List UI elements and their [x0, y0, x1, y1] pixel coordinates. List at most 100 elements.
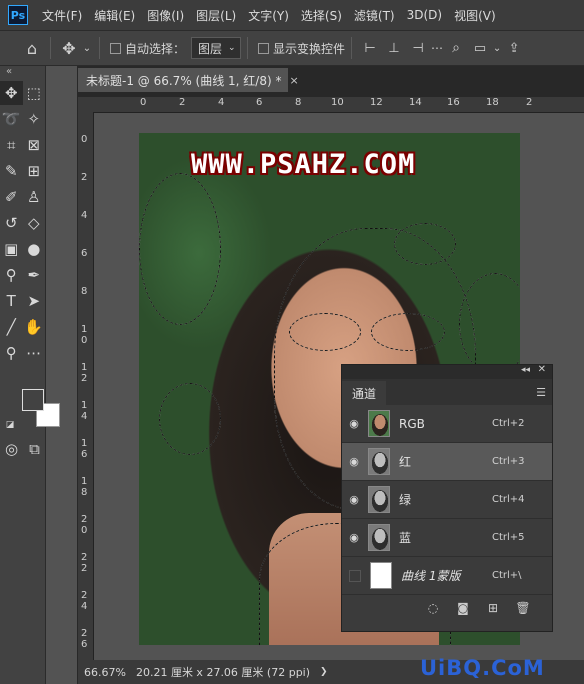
menu-select[interactable]: 选择(S) [295, 7, 348, 24]
save-selection-icon[interactable]: ◙ [456, 601, 470, 615]
ruler-label: 0 [81, 134, 88, 145]
ruler-label: 4 [218, 97, 225, 108]
gradient-tool-icon[interactable]: ▣ [0, 237, 23, 261]
eyedropper-tool-icon[interactable]: ✎ [0, 159, 23, 183]
move-icon[interactable]: ✥ [57, 36, 81, 60]
auto-select-checkbox[interactable] [110, 42, 121, 54]
crop-tool-icon[interactable]: ⌗ [0, 133, 23, 157]
menu-view[interactable]: 视图(V) [448, 7, 502, 24]
channel-shortcut: Ctrl+4 [492, 494, 525, 505]
align-center-icon[interactable]: ⊥ [382, 36, 406, 60]
layer-dropdown[interactable]: 图层 ⌄ [191, 37, 242, 59]
vertical-ruler: 0 2 4 6 8 1 0 1 2 1 4 1 6 1 8 2 0 2 2 2 … [78, 112, 94, 660]
more-icon[interactable]: ⋯ [430, 36, 444, 60]
blur-tool-icon[interactable]: ● [23, 237, 46, 261]
eye-icon[interactable]: ◉ [342, 455, 366, 468]
menu-image[interactable]: 图像(I) [141, 7, 190, 24]
eye-icon[interactable]: ◉ [342, 417, 366, 430]
zoom-tool-icon[interactable]: ⚲ [0, 341, 23, 365]
layer-dropdown-value: 图层 [198, 41, 223, 56]
tab-channels[interactable]: 通道 [342, 381, 387, 405]
ruler-label: 2 [526, 97, 533, 108]
menu-edit[interactable]: 编辑(E) [88, 7, 141, 24]
align-left-icon[interactable]: ⊢ [358, 36, 382, 60]
eraser-tool-icon[interactable]: ◇ [23, 211, 46, 235]
channel-thumbnail [368, 448, 390, 475]
document-tab[interactable]: 未标题-1 @ 66.7% (曲线 1, 红/8) * × [78, 68, 299, 92]
ruler-label: 1 6 [81, 438, 88, 460]
options-bar: ⌂ ✥ ⌄ 自动选择： 图层 ⌄ 显示变换控件 ⊢ ⊥ ⊣ ⋯ ⌕ ▭ ⌄ ⇪ [0, 30, 584, 66]
new-channel-icon[interactable]: ⊞ [486, 601, 500, 615]
align-right-icon[interactable]: ⊣ [406, 36, 430, 60]
channel-row-mask[interactable]: 曲线 1蒙版 Ctrl+\ [342, 557, 552, 595]
panel-menu-icon[interactable]: ☰ [536, 386, 546, 399]
trash-icon[interactable]: 🗑 [515, 601, 530, 615]
close-panel-icon[interactable]: ✕ [538, 364, 546, 375]
dodge-tool-icon[interactable]: ⚲ [0, 263, 23, 287]
selection-outline [159, 383, 221, 455]
path-select-tool-icon[interactable]: ➤ [23, 289, 46, 313]
stamp-tool-icon[interactable]: ♙ [23, 185, 46, 209]
quick-mask-icon[interactable]: ◎ [0, 437, 23, 461]
channel-name: 红 [399, 455, 412, 469]
load-selection-icon[interactable]: ◌ [426, 601, 440, 615]
chevron-down-icon[interactable]: ⌄ [492, 36, 502, 60]
channel-name: 绿 [399, 493, 412, 507]
pen-tool-icon[interactable]: ✒ [23, 263, 46, 287]
hand-tool-icon[interactable]: ✋ [23, 315, 46, 339]
chevron-down-icon[interactable]: ⌄ [81, 36, 93, 60]
line-tool-icon[interactable]: ╱ [0, 315, 23, 339]
lasso-tool-icon[interactable]: ➰ [0, 107, 23, 131]
more-tools-icon[interactable]: ⋯ [23, 341, 46, 365]
channel-thumbnail [370, 562, 392, 589]
foreground-color-swatch[interactable] [22, 389, 44, 411]
show-transform-checkbox[interactable] [258, 42, 270, 54]
menu-type[interactable]: 文字(Y) [242, 7, 295, 24]
screen-mode-icon[interactable]: ⧉ [23, 437, 46, 461]
ruler-label: 16 [447, 97, 460, 108]
default-colors-icon[interactable]: ◪ [3, 420, 17, 430]
brush-tool-icon[interactable]: ✐ [0, 185, 23, 209]
channel-shortcut: Ctrl+5 [492, 532, 525, 543]
channel-thumbnail [368, 524, 390, 551]
history-brush-tool-icon[interactable]: ↺ [0, 211, 23, 235]
search-icon[interactable]: ⌕ [444, 36, 468, 60]
channel-shortcut: Ctrl+2 [492, 418, 525, 429]
menu-3d[interactable]: 3D(D) [401, 8, 448, 22]
zoom-level[interactable]: 66.67% [84, 666, 126, 679]
move-tool-icon[interactable]: ✥ [0, 81, 23, 105]
visibility-toggle[interactable] [349, 569, 361, 582]
share-icon[interactable]: ⇪ [502, 36, 526, 60]
type-tool-icon[interactable]: T [0, 289, 23, 313]
divider [247, 37, 249, 59]
ruler-label: 2 2 [81, 552, 88, 574]
ruler-label: 8 [295, 97, 302, 108]
eye-icon[interactable]: ◉ [342, 531, 366, 544]
channel-row-blue[interactable]: ◉ 蓝 Ctrl+5 [342, 519, 552, 557]
selection-outline [371, 313, 445, 351]
magic-wand-tool-icon[interactable]: ✧ [23, 107, 46, 131]
workspace-icon[interactable]: ▭ [468, 36, 492, 60]
collapse-icon[interactable]: « [0, 66, 45, 80]
eye-icon[interactable]: ◉ [342, 493, 366, 506]
menu-file[interactable]: 文件(F) [36, 7, 88, 24]
menu-filter[interactable]: 滤镜(T) [348, 7, 401, 24]
healing-tool-icon[interactable]: ⊞ [23, 159, 46, 183]
chevron-down-icon: ⌄ [228, 43, 236, 53]
menu-layer[interactable]: 图层(L) [190, 7, 242, 24]
channel-row-rgb[interactable]: ◉ RGB Ctrl+2 [342, 405, 552, 443]
collapse-panel-icon[interactable]: ◂◂ [521, 365, 530, 375]
close-icon[interactable]: × [289, 74, 298, 87]
marquee-tool-icon[interactable]: ⬚ [23, 81, 46, 105]
channel-row-red[interactable]: ◉ 红 Ctrl+3 [342, 443, 552, 481]
status-menu-arrow[interactable]: ❯ [320, 667, 328, 677]
channel-row-green[interactable]: ◉ 绿 Ctrl+4 [342, 481, 552, 519]
image-watermark: WWW.PSAHZ.COM [191, 149, 416, 180]
ruler-label: 2 6 [81, 628, 88, 650]
channel-shortcut: Ctrl+3 [492, 456, 525, 467]
home-icon[interactable]: ⌂ [20, 36, 44, 60]
frame-tool-icon[interactable]: ⊠ [23, 133, 46, 157]
selection-outline [289, 313, 361, 351]
ruler-label: 6 [81, 248, 88, 259]
panel-footer: ◌ ◙ ⊞ 🗑 [342, 595, 552, 621]
